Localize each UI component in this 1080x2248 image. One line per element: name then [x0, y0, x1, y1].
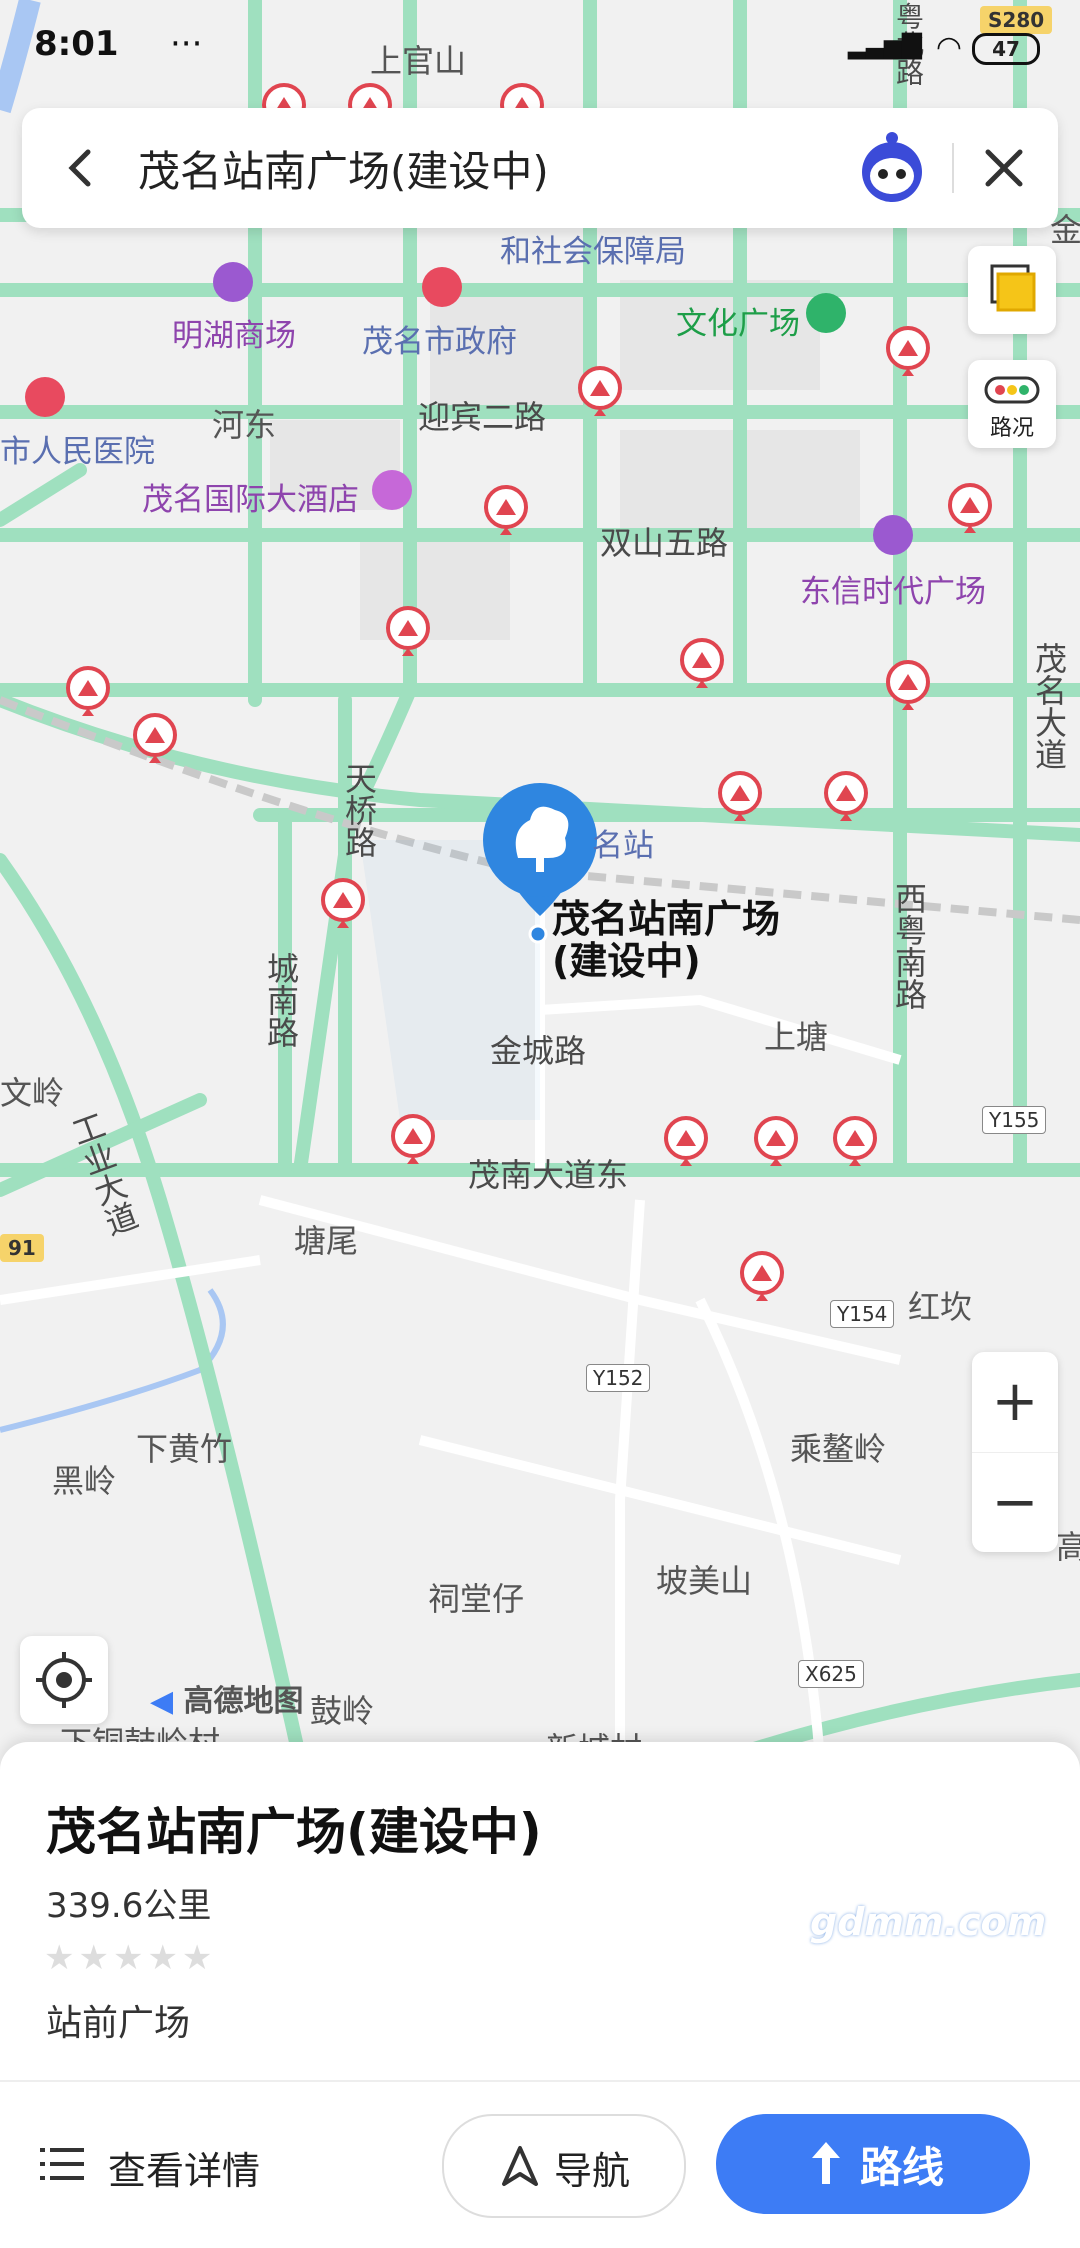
map-label: 祠堂仔 [428, 1580, 525, 1618]
amap-logo-text: 高德地图 [183, 1684, 304, 1719]
road-badge: Y152 [586, 1364, 651, 1392]
route-arrow-icon [812, 2142, 840, 2184]
assistant-icon[interactable] [852, 128, 932, 208]
wifi-icon: ◠ [935, 30, 962, 65]
crosshair-icon [36, 1652, 92, 1708]
map-label: 名站 [592, 828, 654, 864]
navigate-label: 导航 [554, 2149, 631, 2193]
zoom-in-button[interactable]: + [972, 1352, 1058, 1452]
list-icon [40, 2148, 84, 2180]
poi-label: 茂名国际大酒店 [142, 482, 359, 518]
route-button[interactable]: 路线 [716, 2114, 1030, 2214]
map-label: 上塘 [764, 1018, 829, 1056]
poi-label: 明湖商场 [172, 318, 296, 354]
road-badge: Y154 [830, 1300, 895, 1328]
traffic-light-icon [984, 376, 1040, 404]
road-label: 茂南大道东 [468, 1156, 629, 1194]
poi-label: 文化广场 [676, 306, 800, 342]
place-distance: 339.6公里 [46, 1886, 212, 1926]
map-label: 河东 [212, 406, 277, 444]
poi-label: 市人民医院 [0, 434, 155, 470]
poi-label: 茂名市政府 [362, 324, 517, 360]
amap-logo-icon: ◀ [150, 1684, 174, 1719]
road-label: 迎宾二路 [418, 398, 547, 436]
map-label: 黑岭 [52, 1462, 117, 1500]
road-label: 茂名大道 [1030, 642, 1068, 770]
map-label: 乘鳌岭 [790, 1430, 887, 1468]
place-category: 站前广场 [46, 2003, 191, 2044]
highway-badge: 91 [0, 1234, 44, 1262]
traffic-label: 路况 [989, 416, 1034, 441]
map-label: 坡美山 [656, 1562, 753, 1600]
amap-logo: ◀ 高德地图 [150, 1676, 304, 1720]
search-bar[interactable]: 茂名站南广场(建设中) [22, 108, 1058, 228]
status-bar: 8:01 ··· ▂▃▅▇ ◠ 47 [0, 0, 1080, 96]
zoom-out-button[interactable]: − [972, 1452, 1058, 1553]
signal-icon: ▂▃▅▇ [848, 30, 922, 60]
road-badge: X625 [798, 1660, 864, 1688]
road-label: 西粤南路 [890, 882, 928, 1010]
locate-button[interactable] [20, 1636, 108, 1724]
navigation-arrow-icon [502, 2146, 538, 2186]
search-title[interactable]: 茂名站南广场(建设中) [138, 138, 549, 199]
map-label: 红坎 [908, 1288, 973, 1326]
route-label: 路线 [860, 2143, 945, 2192]
view-details-label: 查看详情 [108, 2149, 261, 2193]
layers-icon [990, 264, 1036, 312]
place-detail-sheet[interactable]: 茂名站南广场(建设中) 339.6公里 ★★★★★ 站前广场 查看详情 导航 路… [0, 1742, 1080, 2248]
place-name: 茂名站南广场(建设中) [46, 1803, 542, 1861]
close-icon[interactable] [972, 136, 1036, 200]
map-label: 鼓岭 [310, 1692, 375, 1730]
battery-icon: 47 [972, 33, 1040, 65]
map-label: 文岭 [0, 1074, 65, 1112]
road-label: 金城路 [490, 1032, 587, 1070]
watermark: gdmm.com [810, 1900, 1047, 1944]
selected-poi-sublabel: (建设中) [552, 939, 701, 983]
clock: 8:01 [34, 24, 119, 64]
map-label: 塘尾 [294, 1222, 359, 1260]
road-label: 双山五路 [600, 524, 729, 562]
rating-stars: ★★★★★ [44, 1938, 217, 1978]
layers-button[interactable] [968, 246, 1056, 334]
divider [952, 143, 954, 193]
back-icon[interactable] [52, 138, 112, 198]
map-label: 和社会保障局 [500, 234, 686, 270]
road-badge: Y155 [982, 1106, 1047, 1134]
road-label: 天桥路 [340, 762, 378, 858]
divider [0, 2080, 1080, 2082]
zoom-control: + − [972, 1352, 1058, 1552]
poi-label: 东信时代广场 [800, 574, 986, 610]
road-label: 城南路 [262, 952, 300, 1048]
navigate-button[interactable]: 导航 [442, 2114, 686, 2218]
map-label: 高 [1056, 1528, 1080, 1566]
map-label: 下黄竹 [136, 1430, 233, 1468]
traffic-button[interactable]: 路况 [968, 360, 1056, 448]
status-more: ··· [170, 24, 203, 64]
map-canvas[interactable]: 上官山 粤北路 S280 和社会保障局 金 明湖商场 茂名市政府 文化广场 市人… [0, 0, 1080, 1768]
